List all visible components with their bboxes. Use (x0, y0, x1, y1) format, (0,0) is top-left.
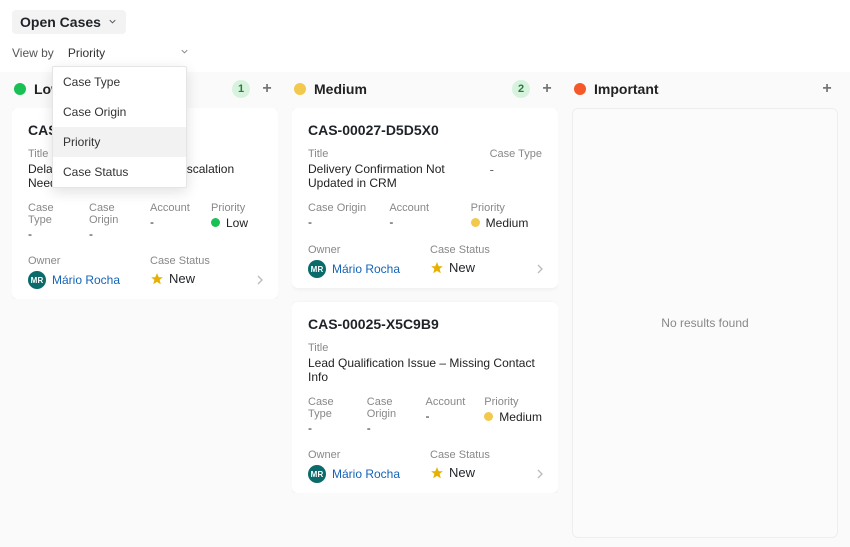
field-label-owner: Owner (308, 244, 420, 256)
add-case-button[interactable]: + (538, 80, 556, 98)
column-title: Medium (314, 81, 367, 97)
avatar: MR (308, 260, 326, 278)
viewby-select[interactable]: Priority (64, 44, 194, 62)
column-count: 2 (512, 80, 530, 98)
field-label: Account (426, 396, 475, 408)
field-label: Case Type (490, 148, 542, 160)
column-header-important: Important + (572, 72, 838, 108)
field-label: Priority (211, 202, 262, 214)
field-label: Case Type (28, 202, 79, 226)
priority-value: Low (211, 216, 248, 230)
field-value: - (367, 421, 416, 435)
status-value: New (169, 271, 195, 286)
field-label: Case Origin (308, 202, 379, 214)
empty-text: No results found (661, 316, 748, 330)
view-title[interactable]: Open Cases (12, 10, 126, 34)
chevron-right-icon[interactable] (532, 261, 548, 280)
empty-state: No results found (572, 108, 838, 538)
star-icon (430, 261, 444, 275)
field-label: Account (150, 202, 201, 214)
priority-dot-icon (294, 83, 306, 95)
field-value: - (308, 421, 357, 435)
view-title-text: Open Cases (20, 14, 101, 30)
case-title: Delivery Confirmation Not Updated in CRM (308, 162, 466, 190)
field-label-title: Title (308, 148, 466, 160)
status-value: New (449, 260, 475, 275)
field-label: Case Origin (367, 396, 416, 420)
column-important: Important + No results found (572, 72, 838, 535)
chevron-right-icon[interactable] (532, 466, 548, 485)
case-card[interactable]: CAS-00027-D5D5X0 Title Delivery Confirma… (292, 108, 558, 288)
field-value: - (150, 215, 201, 229)
owner-link[interactable]: Mário Rocha (52, 273, 120, 287)
field-value: - (308, 215, 379, 229)
field-value: - (389, 215, 460, 229)
field-label-status: Case Status (430, 449, 542, 461)
field-label-status: Case Status (150, 255, 262, 267)
priority-dot-icon (484, 412, 493, 421)
avatar: MR (28, 271, 46, 289)
case-id: CAS-00025-X5C9B9 (308, 316, 542, 332)
chevron-down-icon (179, 46, 190, 60)
priority-dot-icon (574, 83, 586, 95)
priority-dot-icon (211, 218, 220, 227)
owner-link[interactable]: Mário Rocha (332, 262, 400, 276)
field-label: Priority (484, 396, 542, 408)
field-label-owner: Owner (28, 255, 140, 267)
owner-link[interactable]: Mário Rocha (332, 467, 400, 481)
priority-value: Medium (484, 410, 542, 424)
priority-dot-icon (14, 83, 26, 95)
dropdown-item-case-origin[interactable]: Case Origin (53, 97, 186, 127)
case-title: Lead Qualification Issue – Missing Conta… (308, 356, 542, 384)
case-card[interactable]: CAS-00025-X5C9B9 Title Lead Qualificatio… (292, 302, 558, 493)
field-label: Priority (471, 202, 542, 214)
status-value: New (449, 465, 475, 480)
column-medium: Medium 2 + CAS-00027-D5D5X0 Title Delive… (292, 72, 558, 535)
star-icon (150, 272, 164, 286)
field-value: - (89, 227, 140, 241)
field-value: - (28, 227, 79, 241)
field-label-owner: Owner (308, 449, 420, 461)
field-label: Case Type (308, 396, 357, 420)
column-title: Important (594, 81, 659, 97)
viewby-dropdown: Case Type Case Origin Priority Case Stat… (52, 66, 187, 188)
add-case-button[interactable]: + (258, 80, 276, 98)
column-count: 1 (232, 80, 250, 98)
field-value: - (490, 162, 542, 177)
field-label: Account (389, 202, 460, 214)
chevron-down-icon (107, 14, 118, 30)
chevron-right-icon[interactable] (252, 272, 268, 291)
viewby-value: Priority (68, 46, 105, 60)
field-label: Case Origin (89, 202, 140, 226)
field-value: - (426, 409, 475, 423)
dropdown-item-case-type[interactable]: Case Type (53, 67, 186, 97)
add-case-button[interactable]: + (818, 80, 836, 98)
column-header-medium: Medium 2 + (292, 72, 558, 108)
field-label-status: Case Status (430, 244, 542, 256)
priority-value: Medium (471, 216, 529, 230)
case-id: CAS-00027-D5D5X0 (308, 122, 542, 138)
dropdown-item-case-status[interactable]: Case Status (53, 157, 186, 187)
avatar: MR (308, 465, 326, 483)
star-icon (430, 466, 444, 480)
dropdown-item-priority[interactable]: Priority (53, 127, 186, 157)
viewby-label: View by (12, 46, 54, 60)
priority-dot-icon (471, 218, 480, 227)
field-label-title: Title (308, 342, 542, 354)
